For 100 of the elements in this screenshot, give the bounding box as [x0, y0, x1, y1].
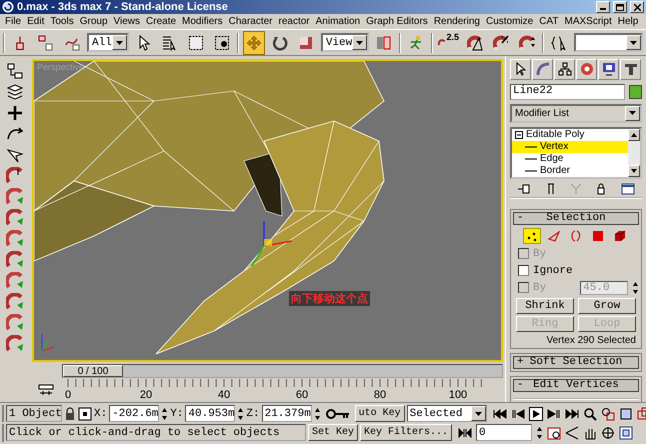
hierarchy-icon[interactable] [6, 62, 24, 80]
menu-item[interactable]: Views [110, 16, 144, 28]
menu-item[interactable]: Animation [312, 16, 364, 28]
orbit-icon[interactable] [601, 426, 615, 440]
object-name-field[interactable]: Line22 [510, 84, 625, 100]
zoom-extents-icon[interactable] [618, 406, 633, 421]
coordinate-field[interactable]: 21.379m [262, 405, 312, 422]
magnet-icon[interactable] [6, 334, 24, 353]
modifier-list-dropdown[interactable]: Modifier List [510, 104, 642, 123]
edge-icon[interactable] [548, 230, 560, 242]
layers-icon[interactable] [6, 82, 24, 101]
border-icon[interactable] [570, 230, 582, 242]
set-key-button[interactable]: Set Key [308, 424, 358, 442]
zoom-icon[interactable] [582, 406, 597, 421]
modifier-stack-item[interactable]: Editable Poly [512, 128, 628, 141]
current-frame-field[interactable]: 0 [476, 424, 532, 442]
maximize-button[interactable] [613, 1, 627, 14]
go-to-start-icon[interactable] [492, 408, 507, 419]
rollout-header[interactable]: - Edit Vertices [513, 378, 639, 392]
modifier-stack-item[interactable]: Border [512, 164, 628, 177]
minimize-button[interactable] [596, 1, 610, 14]
magnet-icon[interactable] [6, 292, 24, 311]
command-panel-tab[interactable] [598, 58, 619, 80]
command-panel-tab[interactable] [510, 58, 531, 80]
auto-key-button[interactable]: uto Key [354, 405, 405, 422]
polygon-icon[interactable] [592, 230, 604, 242]
window-icon[interactable] [620, 182, 635, 195]
named-selection-dropdown[interactable] [574, 33, 643, 52]
spinner-icon[interactable] [632, 280, 639, 295]
dropdown-arrow-icon[interactable] [630, 40, 637, 45]
padlock-icon[interactable] [596, 182, 606, 195]
modifier-stack-item[interactable]: Vertex [512, 140, 628, 153]
absolute-mode-icon[interactable] [78, 406, 92, 421]
move-tool[interactable] [242, 30, 265, 55]
reference-coordinate-dropdown[interactable]: View [320, 33, 370, 52]
track-bar-toggle-icon[interactable] [38, 384, 54, 396]
transform-gizmo[interactable] [251, 220, 292, 266]
panel-button[interactable]: Grow [578, 298, 636, 314]
magnet-icon[interactable] [6, 250, 24, 269]
go-to-end-icon[interactable] [564, 408, 579, 419]
key-filters-button[interactable]: Key Filters... [360, 424, 452, 442]
time-slider-thumb[interactable]: 0 / 100 [63, 365, 123, 378]
cube-icon[interactable] [614, 230, 626, 242]
scroll-down-icon[interactable] [631, 168, 637, 173]
object-color-swatch[interactable] [629, 84, 642, 99]
snap-icon[interactable] [6, 166, 24, 185]
collapse-icon[interactable] [515, 130, 523, 139]
pin-icon[interactable] [517, 182, 532, 195]
previous-frame-icon[interactable] [510, 408, 525, 419]
menu-item[interactable]: MAXScript [561, 16, 615, 28]
next-frame-icon[interactable] [546, 408, 561, 419]
dropdown-arrow-icon[interactable] [474, 412, 482, 416]
menu-item[interactable]: reactor [276, 16, 313, 28]
zoom-extents-all-icon[interactable] [636, 406, 646, 421]
magnet-icon[interactable] [6, 188, 24, 206]
menu-item[interactable]: CAT [536, 16, 562, 28]
padlock-icon[interactable] [64, 406, 76, 421]
plus-icon[interactable] [6, 104, 24, 122]
dropdown-arrow-icon[interactable] [356, 40, 364, 45]
menu-item[interactable]: Character [226, 16, 276, 28]
modifier-stack-item[interactable]: Edge [512, 152, 628, 165]
close-button[interactable] [630, 1, 644, 14]
magnet-icon[interactable] [6, 272, 24, 290]
checkbox[interactable] [518, 265, 529, 276]
menu-item[interactable]: Create [143, 16, 180, 28]
spinner-icon[interactable] [536, 426, 543, 440]
rollout-header[interactable]: + Soft Selection [513, 356, 639, 369]
command-panel-tab[interactable] [620, 58, 641, 80]
maximize-viewport-icon[interactable] [619, 426, 633, 440]
snap-toggle[interactable]: 2.5 [437, 30, 460, 55]
command-panel-tab[interactable] [554, 58, 575, 80]
time-configuration-icon[interactable] [547, 426, 561, 440]
field-of-view-icon[interactable] [565, 426, 579, 440]
coordinate-field[interactable]: -202.6m [109, 405, 160, 422]
dropdown-arrow-icon[interactable] [629, 111, 636, 116]
menu-item[interactable]: Tools [47, 16, 77, 28]
coordinate-field[interactable]: 40.953m [185, 405, 236, 422]
time-slider-track[interactable]: 0 / 100 [62, 364, 503, 378]
menu-item[interactable]: Graph Editors [363, 16, 431, 28]
play-icon[interactable] [528, 406, 543, 421]
menu-item[interactable]: Help [614, 16, 642, 28]
menu-item[interactable]: File [2, 16, 24, 28]
menu-item[interactable]: Modifiers [179, 16, 226, 28]
menu-item[interactable]: Customize [482, 16, 536, 28]
menu-item[interactable]: Group [76, 16, 111, 28]
magnet-icon[interactable] [6, 230, 24, 248]
subobject-level-button[interactable] [523, 228, 541, 244]
selection-filter-dropdown[interactable]: All [87, 33, 129, 52]
magnet-icon[interactable] [6, 314, 24, 332]
zoom-all-icon[interactable] [600, 406, 615, 421]
menu-item[interactable]: Edit [24, 16, 48, 28]
key-mode-icon[interactable] [458, 428, 472, 438]
key-icon[interactable] [326, 408, 350, 420]
magnet-icon[interactable] [6, 208, 24, 227]
key-mode-dropdown[interactable]: Selected [406, 405, 487, 422]
scroll-up-icon[interactable] [631, 132, 637, 137]
panel-button[interactable]: Shrink [516, 298, 574, 314]
pipe-icon[interactable] [546, 182, 556, 195]
dropdown-arrow-icon[interactable] [116, 40, 123, 45]
rollout-header[interactable]: - Selection [513, 212, 639, 225]
